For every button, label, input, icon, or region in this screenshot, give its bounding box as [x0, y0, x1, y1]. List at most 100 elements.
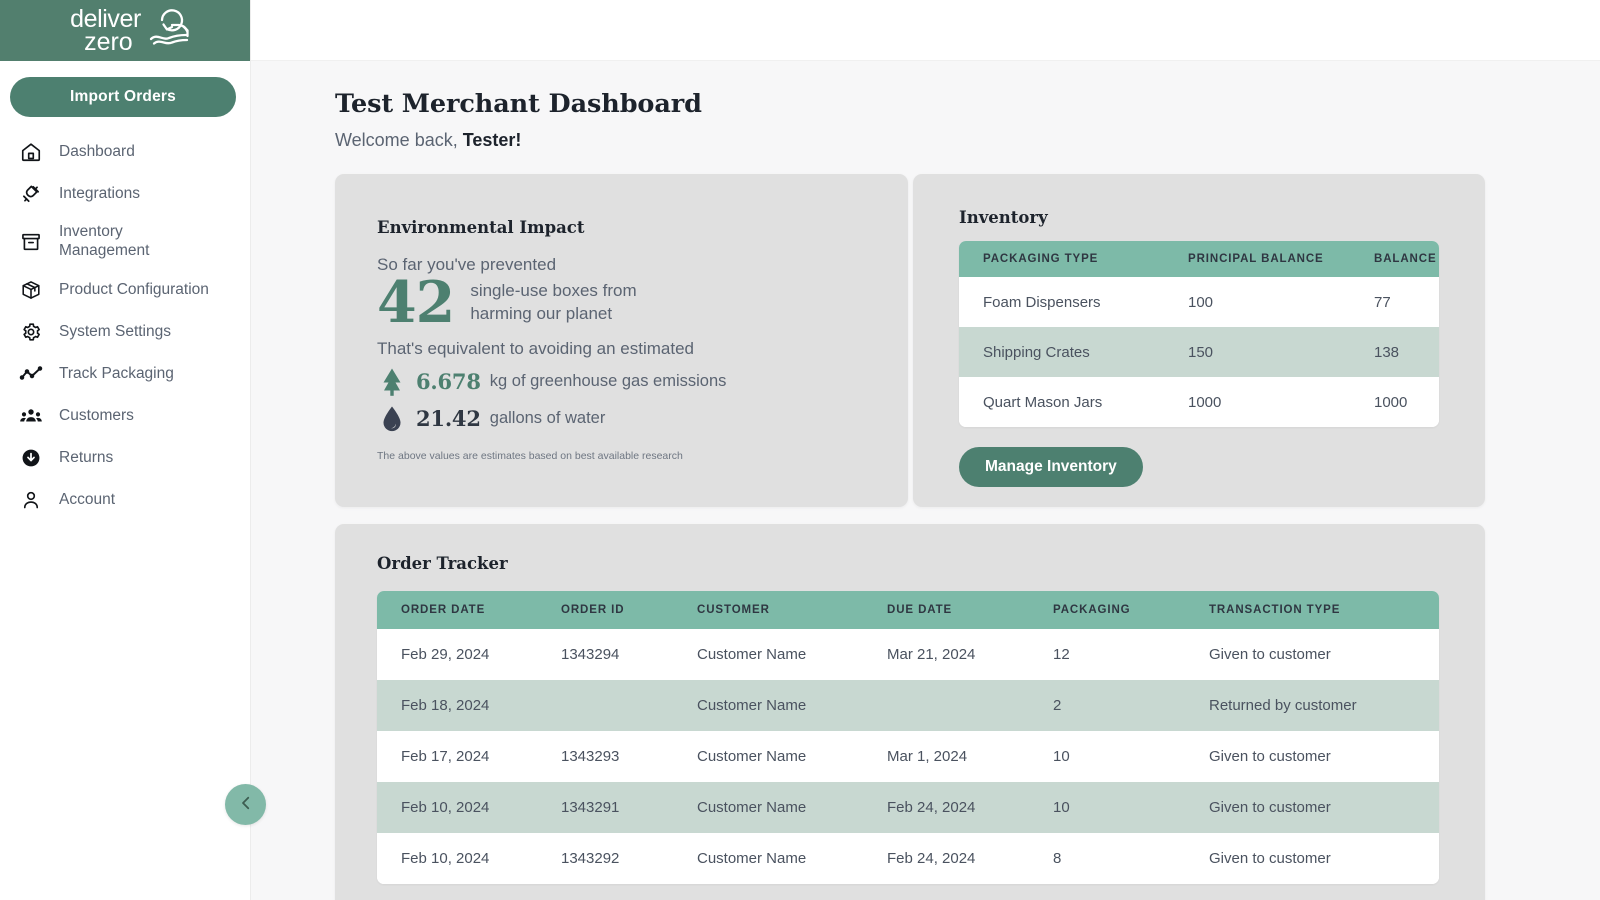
inventory-table: PACKAGING TYPE PRINCIPAL BALANCE BALANCE… — [959, 241, 1439, 427]
sidebar-item-returns[interactable]: Returns — [0, 437, 250, 479]
ot-cell-due-date: Mar 1, 2024 — [887, 748, 1053, 765]
sidebar-item-product-configuration[interactable]: Product Configuration — [0, 269, 250, 311]
sidebar-item-dashboard[interactable]: Dashboard — [0, 131, 250, 173]
gear-icon — [18, 321, 44, 343]
sidebar-nav: Dashboard Integrations — [0, 127, 250, 521]
trend-line-icon — [18, 362, 44, 386]
import-orders-button[interactable]: Import Orders — [10, 77, 236, 117]
environmental-impact-title: Environmental Impact — [377, 218, 866, 237]
page-content: Test Merchant Dashboard Welcome back, Te… — [251, 61, 1600, 900]
main-region: Test Merchant Dashboard Welcome back, Te… — [251, 0, 1600, 900]
sidebar-item-system-settings[interactable]: System Settings — [0, 311, 250, 353]
ot-cell-customer: Customer Name — [697, 850, 887, 867]
table-row[interactable]: Quart Mason Jars 1000 1000 — [959, 377, 1439, 427]
table-row[interactable]: Feb 18, 2024 Customer Name 2 Returned by… — [377, 680, 1439, 731]
sidebar-item-label: Returns — [59, 449, 113, 468]
inventory-cell-balance: 77 — [1374, 294, 1439, 311]
home-icon — [18, 141, 44, 163]
ot-cell-customer: Customer Name — [697, 646, 887, 663]
ot-cell-due-date: Feb 24, 2024 — [887, 799, 1053, 816]
env-water-value: 21.42 — [416, 406, 481, 431]
table-row[interactable]: Feb 10, 2024 1343291 Customer Name Feb 2… — [377, 782, 1439, 833]
tree-icon — [377, 367, 407, 397]
people-group-icon — [18, 404, 44, 428]
ot-cell-order-id: 1343291 — [561, 799, 697, 816]
ot-cell-packaging: 10 — [1053, 748, 1209, 765]
inventory-cell-principal: 150 — [1188, 344, 1374, 361]
page-title: Test Merchant Dashboard — [335, 89, 1485, 119]
env-stat-water: 21.42 gallons of water — [377, 405, 866, 433]
app-root: deliver zero Import Orders — [0, 0, 1600, 900]
ot-cell-transaction-type: Given to customer — [1209, 646, 1439, 663]
env-boxes-prevented-label: single-use boxes from harming our planet — [470, 280, 670, 325]
ot-cell-order-date: Feb 18, 2024 — [401, 697, 561, 714]
archive-box-icon — [18, 231, 44, 253]
ot-cell-packaging: 2 — [1053, 697, 1209, 714]
ot-cell-packaging: 10 — [1053, 799, 1209, 816]
inventory-cell-balance: 1000 — [1374, 394, 1439, 411]
env-emissions-value: 6.678 — [416, 369, 481, 394]
ot-col-due-date: DUE DATE — [887, 604, 1053, 616]
logo-text-line2: zero — [84, 31, 141, 54]
ot-cell-order-id: 1343292 — [561, 850, 697, 867]
sidebar-item-label: Customers — [59, 407, 134, 426]
ot-cell-transaction-type: Given to customer — [1209, 799, 1439, 816]
sidebar-item-customers[interactable]: Customers — [0, 395, 250, 437]
welcome-prefix: Welcome back, — [335, 130, 463, 150]
ot-cell-customer: Customer Name — [697, 697, 887, 714]
plug-connect-icon — [18, 183, 44, 205]
sidebar-item-account[interactable]: Account — [0, 479, 250, 521]
recycle-wave-icon — [146, 7, 196, 54]
environmental-impact-card: Environmental Impact So far you've preve… — [335, 174, 908, 507]
ot-cell-order-id: 1343293 — [561, 748, 697, 765]
inventory-cell-type: Quart Mason Jars — [983, 394, 1188, 411]
ot-cell-due-date: Mar 21, 2024 — [887, 646, 1053, 663]
env-footnote: The above values are estimates based on … — [377, 450, 866, 462]
inventory-cell-balance: 138 — [1374, 344, 1439, 361]
sidebar-item-track-packaging[interactable]: Track Packaging — [0, 353, 250, 395]
order-tracker-card: Order Tracker ORDER DATE ORDER ID CUSTOM… — [335, 524, 1485, 900]
ot-cell-packaging: 8 — [1053, 850, 1209, 867]
inventory-col-principal-balance: PRINCIPAL BALANCE — [1188, 253, 1374, 265]
table-row[interactable]: Foam Dispensers 100 77 — [959, 277, 1439, 327]
chevron-left-icon — [237, 794, 255, 815]
ot-cell-order-date: Feb 10, 2024 — [401, 850, 561, 867]
inventory-cell-principal: 1000 — [1188, 394, 1374, 411]
sidebar-item-integrations[interactable]: Integrations — [0, 173, 250, 215]
welcome-message: Welcome back, Tester! — [335, 130, 1485, 151]
table-row[interactable]: Feb 10, 2024 1343292 Customer Name Feb 2… — [377, 833, 1439, 884]
env-stat-emissions: 6.678 kg of greenhouse gas emissions — [377, 367, 866, 397]
sidebar-collapse-button[interactable] — [225, 784, 266, 825]
sidebar-item-label: Product Configuration — [59, 281, 209, 300]
ot-cell-order-date: Feb 10, 2024 — [401, 799, 561, 816]
table-row[interactable]: Feb 17, 2024 1343293 Customer Name Mar 1… — [377, 731, 1439, 782]
inventory-table-header: PACKAGING TYPE PRINCIPAL BALANCE BALANCE — [959, 241, 1439, 277]
ot-cell-order-date: Feb 17, 2024 — [401, 748, 561, 765]
env-boxes-prevented-value: 42 — [377, 273, 454, 333]
sidebar-item-label: Inventory Management — [59, 223, 189, 261]
ot-cell-customer: Customer Name — [697, 748, 887, 765]
sidebar-item-inventory-management[interactable]: Inventory Management — [0, 215, 250, 269]
ot-cell-transaction-type: Returned by customer — [1209, 697, 1439, 714]
ot-col-transaction-type: TRANSACTION TYPE — [1209, 604, 1439, 616]
package-3d-icon — [18, 279, 44, 301]
env-water-unit: gallons of water — [490, 409, 606, 428]
manage-inventory-button[interactable]: Manage Inventory — [959, 447, 1143, 487]
inventory-cell-type: Shipping Crates — [983, 344, 1188, 361]
welcome-user-name: Tester! — [463, 130, 522, 150]
sidebar-item-label: System Settings — [59, 323, 171, 342]
env-prevented-row: 42 single-use boxes from harming our pla… — [377, 273, 866, 333]
inventory-cell-type: Foam Dispensers — [983, 294, 1188, 311]
ot-col-customer: CUSTOMER — [697, 604, 887, 616]
download-circle-icon — [18, 447, 44, 469]
ot-col-order-date: ORDER DATE — [401, 604, 561, 616]
ot-cell-customer: Customer Name — [697, 799, 887, 816]
table-row[interactable]: Shipping Crates 150 138 — [959, 327, 1439, 377]
ot-cell-transaction-type: Given to customer — [1209, 748, 1439, 765]
ot-cell-order-id: 1343294 — [561, 646, 697, 663]
ot-cell-transaction-type: Given to customer — [1209, 850, 1439, 867]
brand-logo[interactable]: deliver zero — [0, 0, 250, 61]
top-cards-row: Environmental Impact So far you've preve… — [335, 174, 1485, 507]
inventory-card: Inventory PACKAGING TYPE PRINCIPAL BALAN… — [913, 174, 1485, 507]
table-row[interactable]: Feb 29, 2024 1343294 Customer Name Mar 2… — [377, 629, 1439, 680]
